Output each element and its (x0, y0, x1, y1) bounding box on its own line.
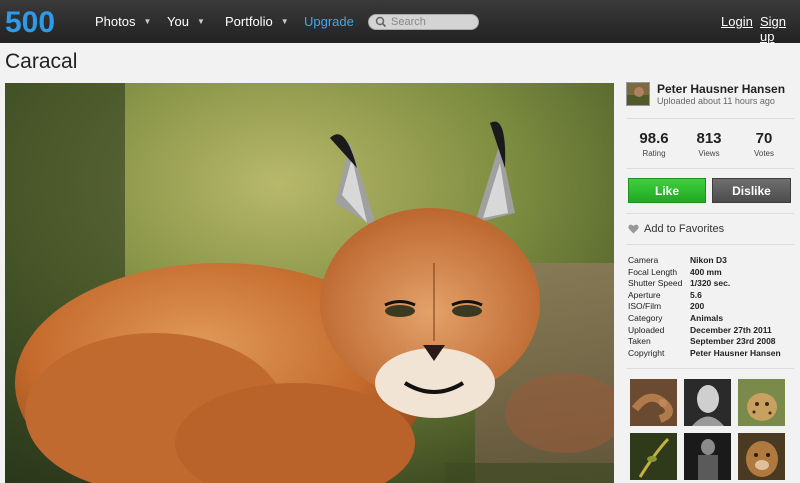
exif-value: September 23rd 2008 (690, 336, 776, 347)
add-to-favorites-label: Add to Favorites (644, 223, 725, 235)
exif-row-uploaded: Uploaded December 27th 2011 (628, 325, 781, 337)
dislike-button[interactable]: Dislike (712, 178, 791, 203)
add-to-favorites-button[interactable]: Add to Favorites (628, 223, 724, 235)
exif-value: 200 (690, 301, 705, 312)
thumbnail-image (630, 379, 677, 426)
exif-row-taken: Taken September 23rd 2008 (628, 336, 781, 348)
exif-row-iso: ISO/Film 200 (628, 301, 781, 313)
stat-value: 70 (755, 130, 773, 147)
divider (626, 244, 794, 245)
author-name-link[interactable]: Peter Hausner Hansen (657, 82, 785, 96)
exif-key: Uploaded (628, 324, 665, 335)
divider (626, 118, 794, 119)
heart-icon (628, 224, 639, 234)
stat-label: Views (698, 149, 720, 158)
chevron-down-icon: ▼ (196, 17, 205, 26)
thumbnail-portrait[interactable] (684, 379, 731, 426)
exif-value: 1/320 sec. (690, 278, 731, 289)
nav-photos-label: Photos (95, 14, 136, 29)
exif-details: Camera Nikon D3 Focal Length 400 mm Shutte… (628, 255, 781, 359)
nav-upgrade-label: Upgrade (304, 14, 354, 29)
divider (626, 368, 794, 369)
nav-photos[interactable]: Photos ▼ (95, 14, 151, 29)
exif-row-copyright: Copyright Peter Hausner Hansen (628, 348, 781, 360)
exif-value: 5.6 (690, 289, 702, 300)
thumbnail-figure[interactable] (684, 433, 731, 480)
caracal-photo-image (5, 83, 614, 483)
exif-key: Taken (628, 336, 651, 347)
chevron-down-icon: ▼ (143, 17, 152, 26)
exif-row-category: Category Animals (628, 313, 781, 325)
thumbnail-image (738, 379, 785, 426)
stat-value: 813 (696, 130, 722, 147)
divider (626, 168, 794, 169)
thumbnail-leopard[interactable] (738, 379, 785, 426)
nav-portfolio-label: Portfolio (225, 14, 273, 29)
exif-row-camera: Camera Nikon D3 (628, 255, 781, 267)
500px-logo[interactable]: 500 (4, 5, 68, 37)
exif-key: Category (628, 312, 663, 323)
stat-value: 98.6 (639, 130, 669, 147)
exif-row-aperture: Aperture 5.6 (628, 290, 781, 302)
chevron-down-icon: ▼ (280, 17, 289, 26)
exif-key: Copyright (628, 347, 665, 358)
stat-views: 813 Views (681, 130, 737, 158)
top-navigation-bar: 500 Photos ▼ You ▼ Portfolio ▼ Upgrade L… (0, 0, 800, 44)
thumbnail-image (684, 433, 731, 480)
exif-key: Shutter Speed (628, 278, 683, 289)
divider (626, 213, 794, 214)
exif-key: Camera (628, 255, 659, 265)
photo-title: Caracal (5, 50, 78, 73)
exif-key: Aperture (628, 289, 661, 300)
main-photo[interactable] (5, 83, 614, 483)
exif-value: Nikon D3 (690, 255, 727, 265)
stat-label: Rating (642, 149, 666, 158)
search-input[interactable] (391, 16, 476, 28)
exif-key: ISO/Film (628, 301, 662, 312)
thumbnail-image (738, 433, 785, 480)
exif-value: Peter Hausner Hansen (690, 347, 781, 358)
avatar[interactable] (626, 82, 650, 106)
logo-text: 500 (5, 6, 55, 37)
exif-value: Animals (690, 312, 724, 323)
stat-rating: 98.6 Rating (626, 130, 682, 158)
nav-you-label: You (167, 14, 189, 29)
stat-votes: 70 Votes (736, 130, 792, 158)
thumbnail-plant[interactable] (630, 433, 677, 480)
signup-link[interactable]: Sign up (760, 14, 800, 44)
search-icon (375, 16, 387, 28)
thumbnail-image (684, 379, 731, 426)
stat-label: Votes (753, 149, 774, 158)
exif-value: December 27th 2011 (690, 324, 772, 335)
nav-upgrade[interactable]: Upgrade (304, 14, 354, 29)
exif-row-shutter-speed: Shutter Speed 1/320 sec. (628, 278, 781, 290)
login-link[interactable]: Login (721, 14, 753, 29)
thumbnail-image (630, 433, 677, 480)
thumbnail-snake[interactable] (630, 379, 677, 426)
exif-row-focal-length: Focal Length 400 mm (628, 267, 781, 279)
nav-portfolio[interactable]: Portfolio ▼ (225, 14, 289, 29)
nav-you[interactable]: You ▼ (167, 14, 205, 29)
search-box[interactable] (368, 14, 479, 30)
thumbnail-lion[interactable] (738, 433, 785, 480)
like-button[interactable]: Like (628, 178, 706, 203)
upload-time: Uploaded about 11 hours ago (657, 96, 775, 106)
author-avatar-image (627, 83, 649, 105)
exif-value: 400 mm (690, 266, 722, 277)
exif-key: Focal Length (628, 266, 678, 277)
